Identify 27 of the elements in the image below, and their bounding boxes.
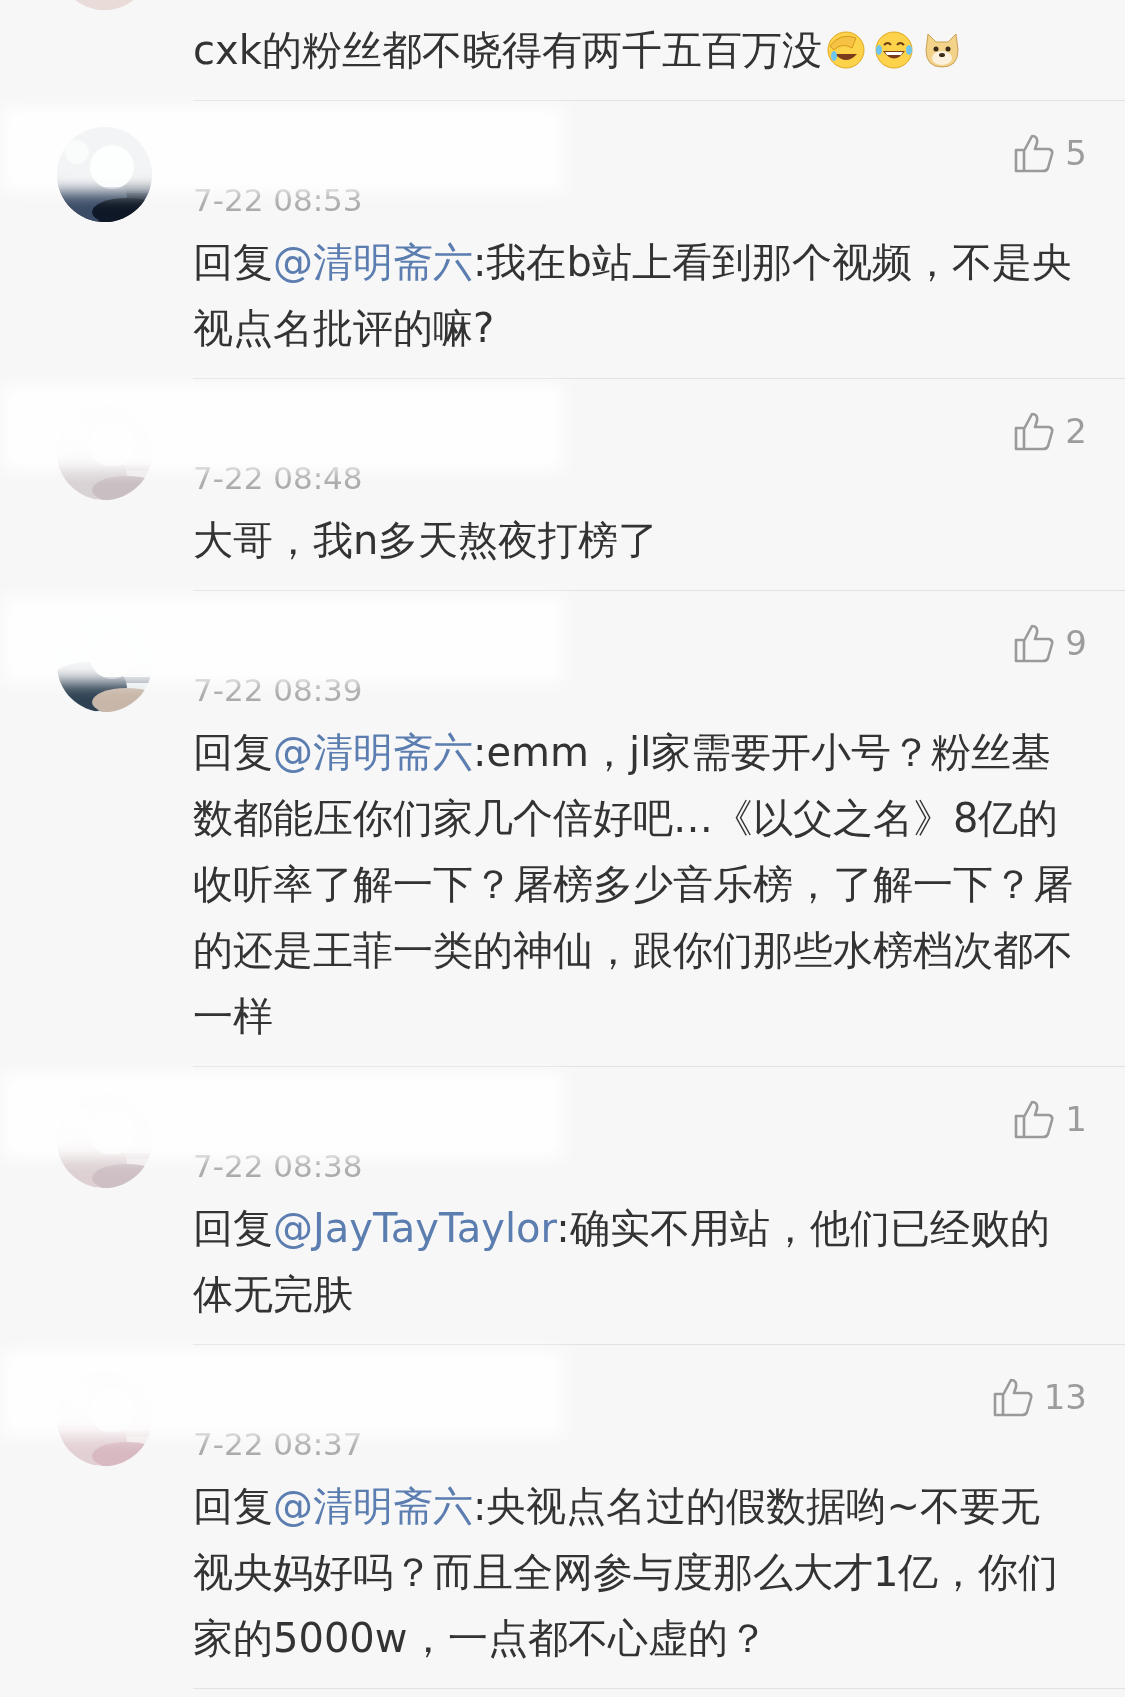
comment-time: 7-22 08:37 — [193, 1425, 364, 1464]
thumbs-up-icon[interactable] — [1013, 411, 1056, 451]
like-count: 9 — [1065, 623, 1087, 663]
like-count: 1 — [1065, 1099, 1087, 1139]
thumbs-up-icon[interactable] — [1013, 133, 1056, 173]
laughing-face-icon — [825, 30, 866, 70]
comment-text: 回复@清明斋六:emm，jl家需要开小号？粉丝基数都能压你们家几个倍好吧…《以父之名》8亿的收听率了解一下？屠榜多少音乐榜，了解一下？屠的还是王菲一类的神仙，跟你们那些水榜档次都不一样 — [193, 728, 1073, 1041]
thumbs-up-icon[interactable] — [1013, 1099, 1056, 1139]
comment-time: 7-22 08:53 — [193, 181, 364, 220]
thumbs-up-icon[interactable] — [991, 1377, 1034, 1417]
comment-time: 7-22 08:38 — [193, 1147, 364, 1186]
comment-text: 回复@清明斋六:我在b站上看到那个视频，不是央视点名批评的嘛? — [193, 238, 1073, 353]
mention-link[interactable]: @清明斋六 — [273, 239, 473, 285]
comment-text: 大哥，我n多天熬夜打榜了 — [193, 516, 660, 565]
thumbs-up-icon[interactable] — [1013, 623, 1056, 663]
like-count: 2 — [1065, 411, 1087, 451]
like-count: 5 — [1065, 133, 1087, 173]
like-count: 13 — [1043, 1377, 1087, 1417]
mention-link[interactable]: @JayTayTaylor — [273, 1205, 557, 1251]
comment-text: 回复@JayTayTaylor:确实不用站，他们已经败的体无完肤 — [193, 1204, 1051, 1319]
comment-time: 7-22 08:39 — [193, 671, 364, 710]
mention-link[interactable]: @清明斋六 — [273, 1483, 473, 1529]
mention-link[interactable]: @清明斋六 — [273, 729, 473, 775]
tears-of-joy-icon — [873, 30, 914, 70]
comment-text: 回复@清明斋六:央视点名过的假数据哟~不要无视央妈好吗？而且全网参与度那么大才1亿，你们家的5000w，一点都不心虚的？ — [193, 1482, 1060, 1663]
comment-text: cxk的粉丝都不晓得有两千五百万没 — [193, 17, 1073, 83]
comment-time: 7-22 08:48 — [193, 459, 364, 498]
